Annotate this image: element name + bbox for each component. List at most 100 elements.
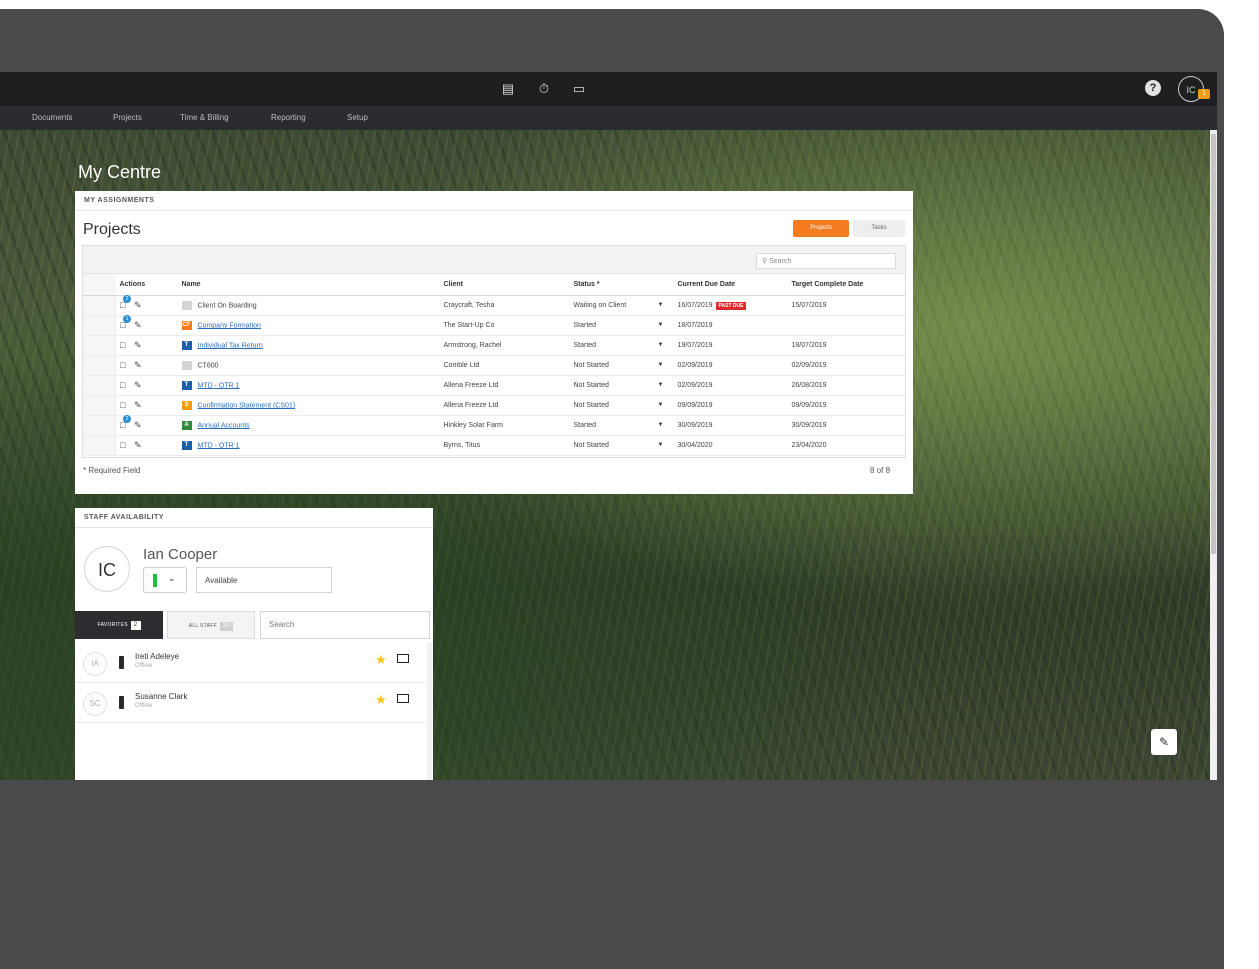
row-select-cell[interactable] [83, 375, 116, 396]
table-row[interactable]: □ 1 ✎ CF Company Formation The Start-Up Co Sta… [83, 315, 905, 336]
availability-status-select[interactable]: ⌄ [143, 567, 187, 593]
laptop-frame: ▤ ⏱ ▭ ? IC 1 Documents Projects Time & B… [0, 9, 1224, 969]
required-field-note: * Required Field [83, 466, 141, 475]
tab-favorites[interactable]: FAVORITES 2 [75, 611, 163, 639]
stopwatch-icon[interactable]: ⏱ [536, 81, 552, 97]
status-cell[interactable]: Waiting on Client ▼ [569, 295, 674, 316]
edit-icon[interactable]: ✎ [134, 321, 144, 330]
menu-time-billing[interactable]: Time & Billing [180, 113, 229, 122]
tab-all-staff[interactable]: ALL STAFF 20 [167, 611, 255, 639]
due-date: 19/07/2019 [677, 342, 713, 349]
status-dropdown-icon[interactable]: ▼ [658, 302, 664, 308]
list-item[interactable]: IA Ireti Adeleye Offline ★ [75, 644, 425, 683]
status-cell[interactable]: Started ▼ [569, 335, 674, 356]
page-scroll-thumb[interactable] [1211, 134, 1216, 554]
comment-icon[interactable]: □ [120, 441, 130, 450]
comment-icon[interactable]: □ [120, 381, 130, 390]
edit-icon[interactable]: ✎ [134, 361, 144, 370]
menu-projects[interactable]: Projects [113, 113, 142, 122]
status-cell[interactable]: Not Started ▼ [569, 355, 674, 376]
list-item[interactable]: SC Susanne Clark Offline ★ [75, 684, 425, 723]
table-row[interactable]: □ ✎ CT600 Comble Ltd Not Started ▼ 02/09/2019 0… [83, 355, 905, 376]
row-select-cell[interactable] [83, 395, 116, 416]
table-row[interactable]: □ ✎ S Confirmation Statement (CS01) Allena F… [83, 395, 905, 416]
project-name[interactable]: MTD - QTR 1 [198, 382, 240, 389]
mail-icon[interactable] [397, 694, 409, 703]
edit-icon[interactable]: ✎ [134, 421, 144, 430]
col-name[interactable]: Name [177, 274, 440, 296]
project-name[interactable]: MTD - QTR 1 [198, 442, 240, 449]
status-cell[interactable]: Started ▼ [569, 315, 674, 336]
edit-icon[interactable]: ✎ [134, 401, 144, 410]
availability-status-input[interactable]: Available [196, 567, 332, 593]
due-date: 02/09/2019 [677, 362, 713, 369]
menu-documents[interactable]: Documents [32, 113, 72, 122]
row-select-cell[interactable] [83, 355, 116, 376]
favorite-star-icon[interactable]: ★ [375, 693, 387, 706]
col-client[interactable]: Client [439, 274, 570, 296]
row-select-cell[interactable] [83, 295, 116, 316]
table-row[interactable]: □ 2 ✎ A Annual Accounts Hinkley Solar Farm Sta… [83, 415, 905, 436]
comment-icon[interactable]: □ 2 [120, 415, 131, 430]
due-date-cell: 30/09/2019 [673, 415, 788, 436]
tasks-tab-button[interactable]: Tasks [853, 220, 905, 237]
status-dropdown-icon[interactable]: ▼ [658, 422, 664, 428]
staff-availability-panel: STAFF AVAILABILITY IC Ian Cooper ⌄ Avail… [75, 508, 433, 780]
row-select-cell[interactable] [83, 435, 116, 456]
comment-icon[interactable]: □ 2 [120, 295, 131, 310]
projects-tab-button[interactable]: Projects [793, 220, 849, 237]
project-name[interactable]: Annual Accounts [198, 422, 250, 429]
edit-icon[interactable]: ✎ [134, 381, 144, 390]
edit-icon[interactable]: ✎ [134, 301, 144, 310]
project-name[interactable]: Company Formation [198, 322, 261, 329]
comment-icon[interactable]: □ 1 [120, 315, 131, 330]
menu-setup[interactable]: Setup [347, 113, 368, 122]
favorite-star-icon[interactable]: ★ [375, 653, 387, 666]
status-cell[interactable]: Not Started ▼ [569, 375, 674, 396]
row-select-cell[interactable] [83, 335, 116, 356]
table-row[interactable]: □ ✎ T Individual Tax Return Armstrong, Rache… [83, 335, 905, 356]
edit-icon[interactable]: ✎ [134, 341, 144, 350]
comment-icon[interactable]: □ [120, 401, 130, 410]
status-dropdown-icon[interactable]: ▼ [658, 382, 664, 388]
help-icon[interactable]: ? [1145, 80, 1161, 96]
actions-cell: □ ✎ [115, 335, 178, 356]
table-row[interactable]: □ ✎ T MTD - QTR 1 Byrns, Titus Not Started ▼ 30… [83, 435, 905, 456]
staff-search-input[interactable]: Search [260, 611, 430, 639]
project-type-icon [181, 301, 192, 310]
status-dropdown-icon[interactable]: ▼ [658, 402, 664, 408]
table-search-input[interactable]: ⚲ Search [756, 253, 896, 269]
status-value: Not Started [573, 382, 609, 389]
comment-icon[interactable]: □ [120, 361, 130, 370]
comment-icon[interactable]: □ [120, 341, 130, 350]
assignments-panel: MY ASSIGNMENTS Projects Projects Tasks ⚲… [75, 191, 913, 494]
project-name[interactable]: Individual Tax Return [198, 342, 263, 349]
edit-icon[interactable]: ✎ [134, 441, 144, 450]
col-status[interactable]: Status * [569, 274, 674, 296]
staff-avatar-small: IA [83, 652, 107, 676]
status-dropdown-icon[interactable]: ▼ [658, 322, 664, 328]
status-dropdown-icon[interactable]: ▼ [658, 342, 664, 348]
row-select-cell[interactable] [83, 415, 116, 436]
status-cell[interactable]: Not Started ▼ [569, 435, 674, 456]
inbox-icon[interactable]: ▭ [571, 81, 587, 97]
contact-card-icon[interactable]: ▤ [500, 81, 516, 97]
col-actions[interactable]: Actions [115, 274, 178, 296]
status-dropdown-icon[interactable]: ▼ [658, 442, 664, 448]
row-select-cell[interactable] [83, 315, 116, 336]
mail-icon[interactable] [397, 654, 409, 663]
status-cell[interactable]: Not Started ▼ [569, 395, 674, 416]
staff-section-label: STAFF AVAILABILITY [75, 508, 433, 528]
col-current-due[interactable]: Current Due Date [673, 274, 788, 296]
table-row[interactable]: □ ✎ T MTD - QTR 1 Allena Freeze Ltd Not Start… [83, 375, 905, 396]
menu-reporting[interactable]: Reporting [271, 113, 306, 122]
status-dropdown-icon[interactable]: ▼ [658, 362, 664, 368]
status-color-indicator [153, 574, 157, 587]
project-name[interactable]: Confirmation Statement (CS01) [198, 402, 296, 409]
edit-pencil-icon[interactable]: ✎ [1151, 729, 1177, 755]
table-row[interactable]: □ 2 ✎ Client On Boarding Craycraft, Tesha Wai… [83, 295, 905, 316]
status-cell[interactable]: Started ▼ [569, 415, 674, 436]
staff-list-scrollbar[interactable] [427, 643, 432, 780]
projects-table-body: □ 2 ✎ Client On Boarding Craycraft, Tesha Wai… [83, 295, 905, 456]
col-target-complete[interactable]: Target Complete Date [787, 274, 905, 296]
